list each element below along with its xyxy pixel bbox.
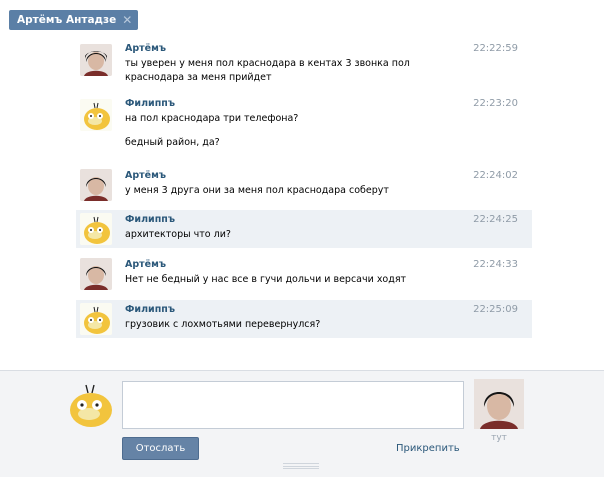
avatar[interactable] [80,258,112,290]
message-author[interactable]: Артёмъ [125,170,166,181]
message-line: грузовик с лохмотьями перевернулся? [125,319,321,330]
message-composer: Отослать Прикрепить тут [0,370,604,477]
close-icon[interactable]: ✕ [122,10,132,30]
message-author[interactable]: Филиппъ [125,304,175,315]
message-line: на пол краснодара три телефона? [125,113,299,124]
avatar[interactable] [80,169,112,201]
resize-grip[interactable] [283,463,319,469]
message-item: Филиппъ 22:23:20 на пол краснодара три т… [76,95,532,161]
recipient-label: тут [491,433,507,443]
message-text: архитекторы что ли? [125,228,435,242]
message-time: 22:24:02 [473,170,518,181]
message-line: ты уверен у меня пол краснодара в кентах… [125,58,410,69]
message-input[interactable] [122,381,464,429]
message-item: Артёмъ 22:24:33 Нет не бедный у нас все … [76,255,532,293]
message-item: Филиппъ 22:24:25 архитекторы что ли? [76,210,532,248]
recipient-avatar[interactable] [474,379,524,429]
message-text: грузовик с лохмотьями перевернулся? [125,318,435,332]
message-text: у меня 3 друга они за меня пол краснодар… [125,184,435,198]
message-time: 22:22:59 [473,43,518,54]
message-time: 22:24:25 [473,214,518,225]
message-text: ты уверен у меня пол краснодара в кентах… [125,57,435,85]
message-text: на пол краснодара три телефона? бедный р… [125,112,435,150]
message-item: Филиппъ 22:25:09 грузовик с лохмотьями п… [76,300,532,338]
attach-link[interactable]: Прикрепить [396,443,460,454]
message-line [125,126,435,136]
message-time: 22:25:09 [473,304,518,315]
message-line: краснодара за меня прийдет [125,72,272,83]
send-button[interactable]: Отослать [122,437,199,460]
my-avatar[interactable] [65,379,115,429]
message-author[interactable]: Филиппъ [125,214,175,225]
message-item: Артёмъ 22:24:02 у меня 3 друга они за ме… [76,167,532,203]
message-line: архитекторы что ли? [125,229,231,240]
avatar[interactable] [80,44,112,76]
avatar[interactable] [80,213,112,245]
dialog-tab-label: Артёмъ Антадзе [17,14,117,26]
message-author[interactable]: Артёмъ [125,43,166,54]
message-item: Артёмъ 22:22:59 ты уверен у меня пол кра… [76,40,532,83]
message-author[interactable]: Артёмъ [125,259,166,270]
message-time: 22:24:33 [473,259,518,270]
avatar[interactable] [80,303,112,335]
message-text: Нет не бедный у нас все в гучи дольчи и … [125,273,435,287]
dialog-tab[interactable]: Артёмъ Антадзе ✕ [9,10,139,30]
message-line: Нет не бедный у нас все в гучи дольчи и … [125,274,407,285]
tab-strip: Артёмъ Антадзе ✕ [0,0,604,36]
message-line: бедный район, да? [125,137,220,148]
message-line: у меня 3 друга они за меня пол краснодар… [125,185,389,196]
avatar[interactable] [80,99,112,131]
message-time: 22:23:20 [473,98,518,109]
message-author[interactable]: Филиппъ [125,98,175,109]
